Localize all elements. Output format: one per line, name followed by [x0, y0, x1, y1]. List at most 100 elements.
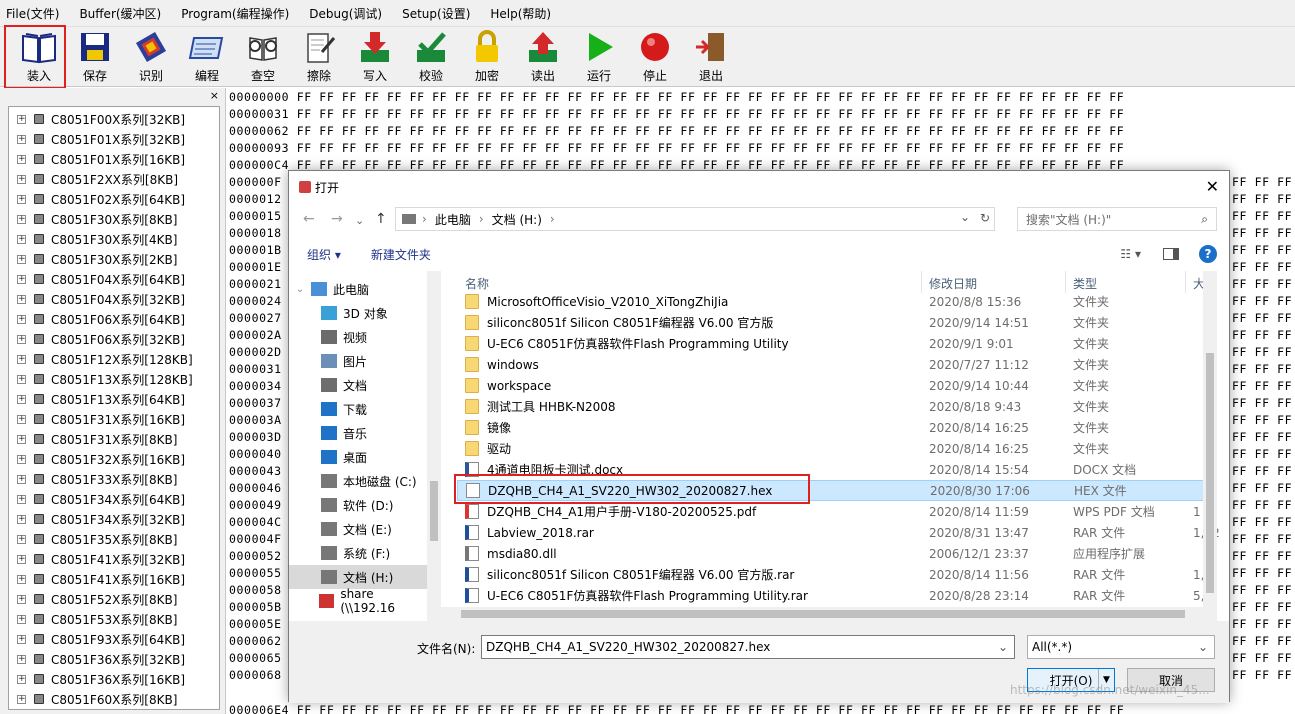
expand-icon[interactable]: +	[17, 474, 26, 484]
nav-item-downloads[interactable]: 下载	[289, 397, 427, 421]
verify-button[interactable]: 校验	[405, 29, 457, 85]
hex-row[interactable]: 000002A FF FF FF	[229, 328, 1292, 345]
tree-item[interactable]: + C8051F41X系列[32KB]	[9, 549, 185, 569]
tree-item[interactable]: + C8051F33X系列[8KB]	[9, 469, 177, 489]
erase-button[interactable]: 擦除	[293, 29, 345, 85]
hex-row[interactable]: 0000012 FF FF FF	[229, 192, 1292, 209]
file-row[interactable]: msdia80.dll 2006/12/1 23:37 应用程序扩展	[457, 543, 1215, 564]
expand-icon[interactable]: +	[17, 574, 26, 584]
hex-row[interactable]: 0000034 FF FF FF	[229, 379, 1292, 396]
expand-icon[interactable]: +	[17, 174, 26, 184]
identify-button[interactable]: 识别	[125, 29, 177, 85]
nav-item-this-pc[interactable]: ⌄ 此电脑	[289, 277, 427, 301]
file-list-hscrollbar[interactable]	[441, 607, 1217, 621]
hex-row[interactable]: 0000043 FF FF FF	[229, 464, 1292, 481]
expand-icon[interactable]: +	[17, 514, 26, 524]
hex-row[interactable]: 000004C FF FF FF	[229, 515, 1292, 532]
organize-button[interactable]: 组织 ▾	[307, 246, 341, 263]
hex-row[interactable]: 000005E FF FF FF	[229, 617, 1292, 634]
breadcrumb-this-pc[interactable]: 此电脑	[435, 211, 471, 228]
expand-icon[interactable]: +	[17, 374, 26, 384]
hex-row[interactable]: 0000015 FF FF FF	[229, 209, 1292, 226]
nav-item-drive-f[interactable]: 系统 (F:)	[289, 541, 427, 565]
read-button[interactable]: 读出	[517, 29, 569, 85]
expand-icon[interactable]: +	[17, 194, 26, 204]
hex-row[interactable]: 000004F FF FF FF	[229, 532, 1292, 549]
stop-button[interactable]: 停止	[629, 29, 681, 85]
nav-item-music[interactable]: 音乐	[289, 421, 427, 445]
tree-item[interactable]: + C8051F53X系列[8KB]	[9, 609, 177, 629]
expand-icon[interactable]: +	[17, 254, 26, 264]
hex-row[interactable]: 0000068 FF FF FF	[229, 668, 1292, 685]
hex-row[interactable]: 00000093 FF FF FF FF FF FF FF FF FF FF F…	[229, 141, 1124, 158]
tree-item[interactable]: + C8051F34X系列[64KB]	[9, 489, 185, 509]
hex-row[interactable]: 000002D FF FF FF	[229, 345, 1292, 362]
expand-icon[interactable]: +	[17, 494, 26, 504]
tree-item[interactable]: + C8051F52X系列[8KB]	[9, 589, 177, 609]
expand-icon[interactable]: +	[17, 114, 26, 124]
refresh-icon[interactable]: ↻	[980, 211, 990, 225]
tree-item[interactable]: + C8051F01X系列[16KB]	[9, 149, 185, 169]
expand-icon[interactable]: +	[17, 694, 26, 704]
hex-row[interactable]: 0000018 FF FF FF	[229, 226, 1292, 243]
tree-item[interactable]: + C8051F2XX系列[8KB]	[9, 169, 178, 189]
up-icon[interactable]: ↑	[375, 211, 387, 227]
nav-item-videos[interactable]: 视频	[289, 325, 427, 349]
hex-row[interactable]: 00000000 FF FF FF FF FF FF FF FF FF FF F…	[229, 90, 1124, 107]
folder-row[interactable]: 测试工具 HHBK-N2008 2020/8/18 9:43 文件夹	[457, 396, 1215, 417]
expand-icon[interactable]: +	[17, 414, 26, 424]
hex-row[interactable]: 0000049 FF FF FF	[229, 498, 1292, 515]
tree-item[interactable]: + C8051F04X系列[32KB]	[9, 289, 185, 309]
expand-icon[interactable]: +	[17, 334, 26, 344]
tree-item[interactable]: + C8051F13X系列[64KB]	[9, 389, 185, 409]
folder-row[interactable]: 镜像 2020/8/14 16:25 文件夹	[457, 417, 1215, 438]
expand-icon[interactable]: +	[17, 234, 26, 244]
preview-pane-icon[interactable]	[1163, 248, 1179, 260]
hex-row[interactable]: 0000046 FF FF FF	[229, 481, 1292, 498]
tree-item[interactable]: + C8051F12X系列[128KB]	[9, 349, 193, 369]
nav-item-documents[interactable]: 文档	[289, 373, 427, 397]
tree-item[interactable]: + C8051F93X系列[64KB]	[9, 629, 185, 649]
expand-icon[interactable]: +	[17, 314, 26, 324]
nav-item-drive-d[interactable]: 软件 (D:)	[289, 493, 427, 517]
hex-row[interactable]: 000006E4 FF FF FF FF FF FF FF FF FF FF F…	[229, 703, 1124, 714]
menu-help[interactable]: Help(帮助)	[490, 5, 551, 22]
tree-item[interactable]: + C8051F31X系列[16KB]	[9, 409, 185, 429]
folder-row[interactable]: U-EC6 C8051F仿真器软件Flash Programming Utili…	[457, 333, 1215, 354]
expand-icon[interactable]: +	[17, 534, 26, 544]
tree-item[interactable]: + C8051F35X系列[8KB]	[9, 529, 177, 549]
tree-item[interactable]: + C8051F30X系列[4KB]	[9, 229, 177, 249]
hex-row[interactable]: 000000F FF FF FF	[229, 175, 1292, 192]
hex-row[interactable]: 0000065 FF FF FF	[229, 651, 1292, 668]
hex-row[interactable]: 0000021 FF FF FF	[229, 277, 1292, 294]
save-button[interactable]: 保存	[69, 29, 121, 85]
blank-check-button[interactable]: 查空	[237, 29, 289, 85]
tree-item[interactable]: + C8051F06X系列[64KB]	[9, 309, 185, 329]
tree-item[interactable]: + C8051F60X系列[8KB]	[9, 689, 177, 709]
hex-row[interactable]: 0000037 FF FF FF	[229, 396, 1292, 413]
filename-dropdown-icon[interactable]: ⌄	[998, 640, 1008, 654]
hex-row[interactable]: 00000062 FF FF FF FF FF FF FF FF FF FF F…	[229, 124, 1124, 141]
nav-item-desktop[interactable]: 桌面	[289, 445, 427, 469]
filename-input[interactable]: DZQHB_CH4_A1_SV220_HW302_20200827.hex ⌄	[481, 635, 1015, 659]
tree-item[interactable]: + C8051F01X系列[32KB]	[9, 129, 185, 149]
column-name[interactable]: 名称	[465, 275, 489, 292]
menu-debug[interactable]: Debug(调试)	[309, 5, 382, 22]
help-icon[interactable]: ?	[1199, 245, 1217, 263]
expand-icon[interactable]: +	[17, 594, 26, 604]
close-icon[interactable]: ✕	[1206, 177, 1219, 196]
folder-row[interactable]: 驱动 2020/8/14 16:25 文件夹	[457, 438, 1215, 459]
hex-row[interactable]: 000005B FF FF FF	[229, 600, 1292, 617]
tree-item[interactable]: + C8051F32X系列[16KB]	[9, 449, 185, 469]
nav-item-drive-e[interactable]: 文档 (E:)	[289, 517, 427, 541]
program-button[interactable]: 编程	[181, 29, 233, 85]
expand-icon[interactable]: +	[17, 454, 26, 464]
column-date[interactable]: 修改日期	[929, 275, 977, 292]
tree-item[interactable]: + C8051F00X系列[32KB]	[9, 109, 185, 129]
hex-row[interactable]: 0000027 FF FF FF	[229, 311, 1292, 328]
hex-row[interactable]: 000001E FF FF FF	[229, 260, 1292, 277]
expand-icon[interactable]: +	[17, 634, 26, 644]
folder-row[interactable]: workspace 2020/9/14 10:44 文件夹	[457, 375, 1215, 396]
hex-row[interactable]: 0000024 FF FF FF	[229, 294, 1292, 311]
nav-item-drive-c[interactable]: 本地磁盘 (C:)	[289, 469, 427, 493]
